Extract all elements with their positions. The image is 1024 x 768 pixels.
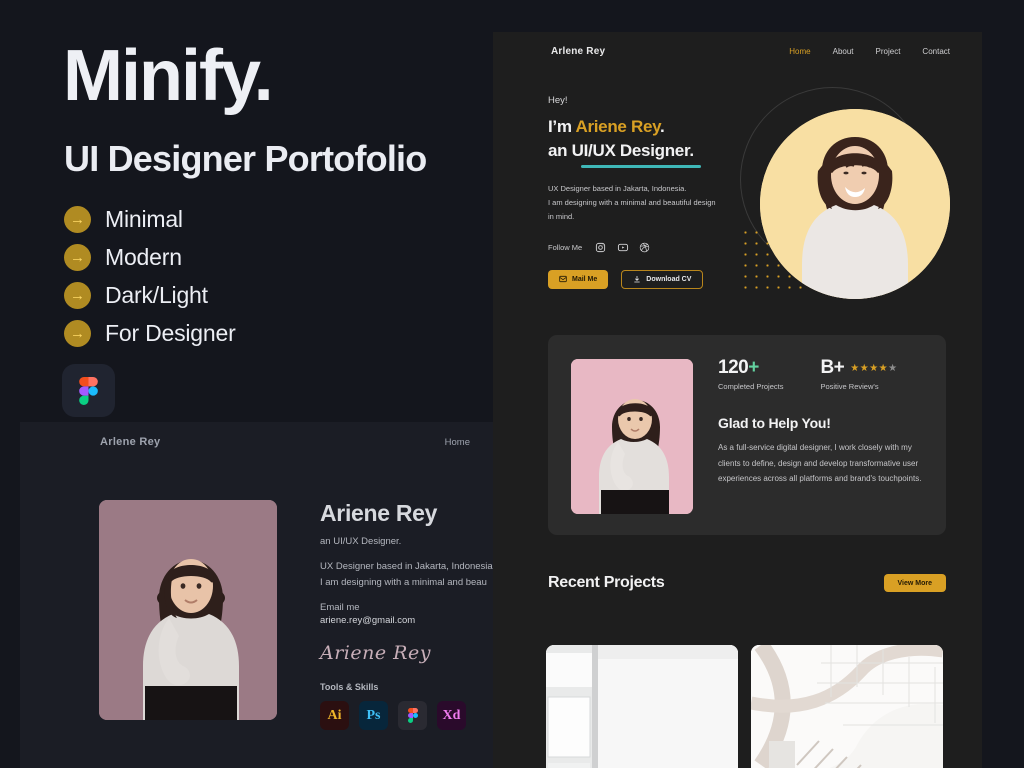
- left-preview-panel: Arlene Rey Home Ariene Rey an UI/UX Desi…: [20, 422, 495, 768]
- adobe-xd-icon[interactable]: Xd: [437, 701, 466, 731]
- portrait-illustration: [99, 500, 277, 720]
- stat-positive-reviews: B+ ★★★★★ Positive Review's: [820, 357, 897, 391]
- dribbble-icon[interactable]: [638, 241, 651, 254]
- feature-item: → Dark/Light: [64, 276, 236, 314]
- card-portrait-illustration: [571, 359, 693, 514]
- promo-title: Minify.: [63, 36, 274, 116]
- arrow-right-icon: →: [64, 243, 91, 271]
- stat-caption: Completed Projects: [718, 382, 784, 391]
- card-paragraph: As a full-service digital designer, I wo…: [718, 443, 922, 484]
- stat-grade-row: B+ ★★★★★: [820, 357, 897, 379]
- hero-headline-line1: I’m Ariene Rey.: [548, 117, 748, 137]
- nav-item-home[interactable]: Home: [789, 47, 810, 56]
- promo-subtitle: UI Designer Portofolio: [64, 138, 427, 179]
- stats-card-body: 120+ Completed Projects B+ ★★★★★ Positiv…: [718, 357, 926, 487]
- arrow-right-icon: →: [64, 281, 91, 309]
- download-cv-label: Download CV: [646, 275, 692, 283]
- rating-stars: ★★★★★: [850, 363, 897, 374]
- nav-item-contact[interactable]: Contact: [922, 47, 950, 56]
- rating-stars-full: ★★★★: [850, 362, 889, 374]
- left-panel-email-label: Email me: [320, 602, 360, 614]
- right-panel-navbar: Arlene Rey Home About Project Contact: [493, 32, 982, 72]
- adobe-illustrator-icon[interactable]: Ai: [320, 701, 349, 731]
- arrow-right-icon: →: [64, 319, 91, 347]
- screenshot-root: Minify. UI Designer Portofolio → Minimal…: [0, 0, 1024, 768]
- arrow-right-icon: →: [64, 205, 91, 233]
- stat-caption: Positive Review's: [820, 382, 879, 391]
- hero-suffix: .: [660, 117, 665, 136]
- follow-label: Follow Me: [548, 242, 583, 252]
- hero-prefix: I’m: [548, 117, 576, 136]
- right-panel-menu: Home About Project Contact: [789, 47, 950, 56]
- view-more-button[interactable]: View More: [883, 574, 946, 592]
- left-panel-name: Ariene Rey: [320, 500, 438, 526]
- projects-grid: [546, 645, 943, 768]
- hero-underline-accent: [581, 165, 701, 168]
- stat-plus: +: [748, 357, 759, 378]
- card-profile-photo: [571, 359, 693, 514]
- right-preview-panel: Arlene Rey Home About Project Contact He…: [493, 32, 982, 768]
- hero-description: UX Designer based in Jakarta, Indonesia.…: [548, 184, 716, 221]
- mail-me-label: Mail Me: [572, 275, 598, 283]
- stat-value: 120+: [718, 357, 783, 379]
- hero-portrait: [740, 87, 950, 302]
- feature-label: Minimal: [105, 205, 183, 232]
- stats-card: 120+ Completed Projects B+ ★★★★★ Positiv…: [548, 335, 946, 535]
- follow-row: Follow Me: [548, 241, 748, 254]
- portrait-circle: [760, 109, 950, 299]
- stat-grade: B+: [820, 357, 845, 378]
- project-thumbnail-2[interactable]: [751, 645, 943, 768]
- instagram-icon[interactable]: [594, 241, 607, 254]
- card-heading: Glad to Help You!: [718, 415, 831, 431]
- left-panel-info: Ariene Rey an UI/UX Designer. UX Designe…: [320, 500, 500, 731]
- left-panel-navbar: Arlene Rey Home: [20, 422, 495, 462]
- nav-item-project[interactable]: Project: [876, 47, 901, 56]
- recent-projects-title: Recent Projects: [548, 574, 665, 591]
- feature-label: For Designer: [105, 319, 236, 346]
- hero-headline-line2: an UI/UX Designer.: [548, 141, 694, 160]
- youtube-icon[interactable]: [616, 241, 629, 254]
- left-panel-email[interactable]: ariene.rey@gmail.com: [320, 615, 500, 626]
- feature-list: → Minimal → Modern → Dark/Light → For De…: [64, 200, 236, 352]
- stats-row: 120+ Completed Projects B+ ★★★★★ Positiv…: [718, 357, 926, 391]
- hero-greeting: Hey!: [548, 95, 568, 106]
- tools-label: Tools & Skills: [320, 682, 379, 693]
- feature-item: → Minimal: [64, 200, 236, 238]
- left-panel-profile-photo: [99, 500, 277, 720]
- hero-portrait-illustration: [760, 109, 950, 299]
- feature-label: Modern: [105, 243, 182, 270]
- download-icon: [634, 276, 640, 283]
- figma-icon: [79, 376, 98, 405]
- project-thumbnail-1[interactable]: [546, 645, 738, 768]
- feature-item: → Modern: [64, 238, 236, 276]
- right-panel-brand: Arlene Rey: [551, 46, 606, 57]
- rating-stars-dim: ★: [888, 362, 898, 374]
- hero-buttons: Mail Me Download CV: [548, 269, 748, 289]
- mail-me-button[interactable]: Mail Me: [548, 269, 609, 289]
- feature-label: Dark/Light: [105, 281, 208, 308]
- left-panel-description: UX Designer based in Jakarta, Indonesia.…: [320, 561, 496, 588]
- tools-list: Ai Ps Xd: [320, 701, 500, 731]
- signature: Ariene Rey: [320, 642, 431, 665]
- stat-completed-projects: 120+ Completed Projects: [718, 357, 783, 391]
- left-panel-role: an UI/UX Designer.: [320, 536, 402, 547]
- hero-section: Hey! I’m Ariene Rey. an UI/UX Designer. …: [548, 95, 748, 289]
- feature-item: → For Designer: [64, 314, 236, 352]
- stat-number: 120: [718, 357, 749, 378]
- download-cv-button[interactable]: Download CV: [621, 269, 704, 289]
- hero-name-highlight: Ariene Rey: [575, 117, 661, 136]
- mail-icon: [559, 276, 567, 283]
- left-panel-nav-home[interactable]: Home: [445, 437, 470, 448]
- left-panel-brand: Arlene Rey: [100, 436, 161, 448]
- figma-badge: [62, 364, 115, 417]
- recent-projects-header: Recent Projects View More: [548, 574, 946, 592]
- figma-icon[interactable]: [398, 701, 427, 731]
- nav-item-about[interactable]: About: [833, 47, 854, 56]
- adobe-photoshop-icon[interactable]: Ps: [359, 701, 388, 731]
